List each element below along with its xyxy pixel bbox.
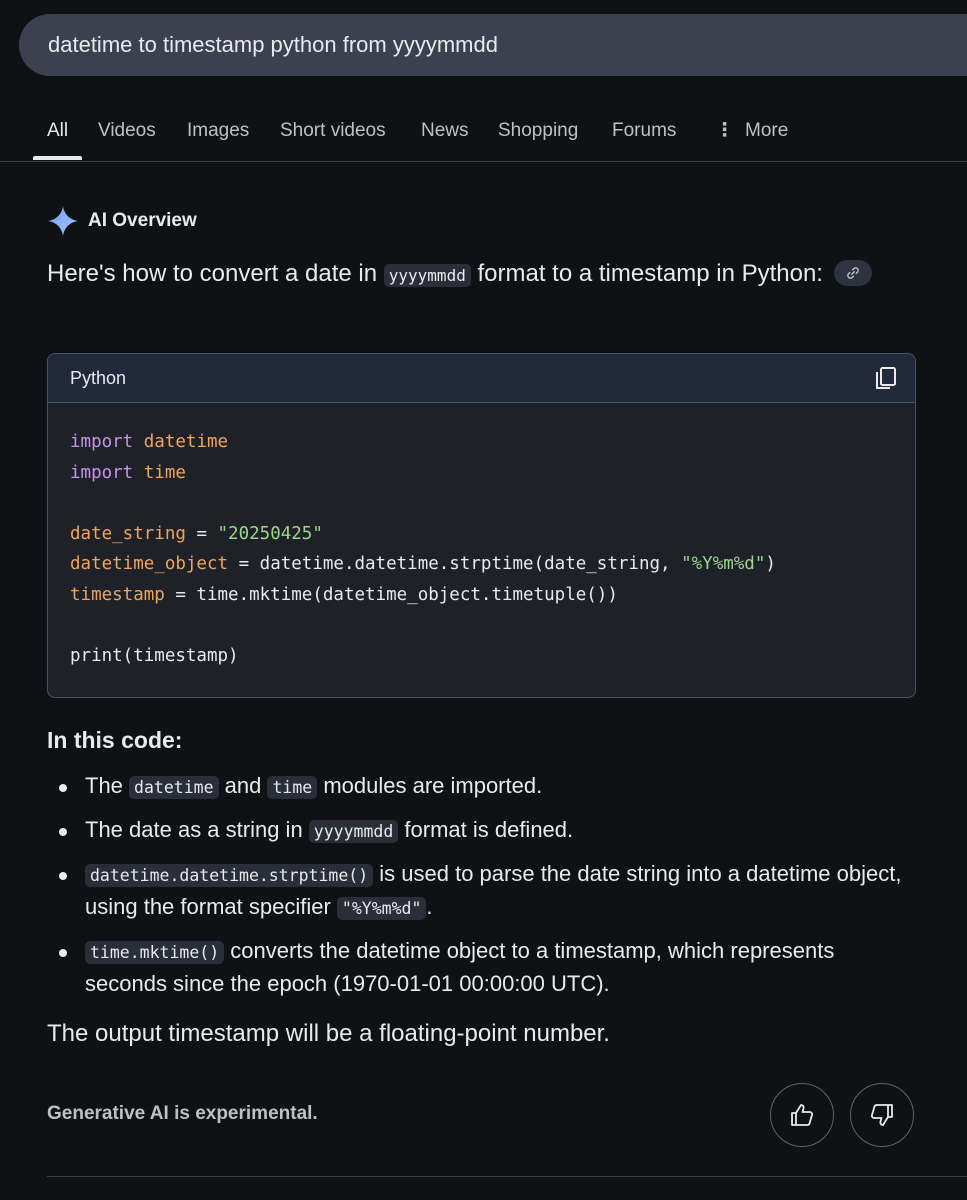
thumbs-down-icon xyxy=(870,1104,893,1126)
tab-short-videos[interactable]: Short videos xyxy=(280,108,386,158)
inline-code: datetime.datetime.strptime() xyxy=(85,864,374,887)
tab-more[interactable]: ⋮ More xyxy=(715,108,788,158)
code-line: import time xyxy=(70,458,893,489)
list-text: The xyxy=(85,773,130,798)
code-line: timestamp = time.mktime(datetime_object.… xyxy=(70,580,893,611)
tab-images[interactable]: Images xyxy=(187,108,249,158)
code-text: = time.mktime(datetime_object.timetuple(… xyxy=(164,584,618,605)
code-identifier: date_string xyxy=(70,523,186,544)
list-text: and xyxy=(218,773,268,798)
explanation-heading: In this code: xyxy=(47,727,183,753)
inline-code: time.mktime() xyxy=(85,941,225,964)
code-line: date_string = "20250425" xyxy=(70,519,893,550)
tab-videos[interactable]: Videos xyxy=(98,108,156,158)
code-content: import datetime import time date_string = … xyxy=(48,403,915,671)
output-summary: The output timestamp will be a floating-… xyxy=(47,1020,610,1047)
ai-disclaimer: Generative AI is experimental. xyxy=(47,1103,318,1124)
code-block: Python import datetime import time date_st… xyxy=(47,353,916,698)
more-vertical-icon: ⋮ xyxy=(715,120,734,141)
active-tab-indicator xyxy=(33,156,82,160)
list-text: . xyxy=(426,894,433,919)
source-link-chip[interactable] xyxy=(833,259,872,286)
explanation-list: The datetime and time modules are import… xyxy=(47,770,907,1010)
list-item: time.mktime() converts the datetime obje… xyxy=(47,935,907,999)
sparkle-icon xyxy=(48,206,78,236)
list-text: format is defined. xyxy=(398,817,574,842)
code-keyword: import xyxy=(70,432,134,452)
inline-code: time xyxy=(267,776,318,799)
ai-overview-title: AI Overview xyxy=(88,210,197,231)
copy-icon[interactable] xyxy=(873,365,899,391)
ai-overview-intro: Here's how to convert a date in yyyymmdd… xyxy=(47,257,907,292)
search-results-page: All Videos Images Short videos News Shop… xyxy=(0,0,967,1200)
list-text: modules are imported. xyxy=(317,773,543,798)
list-item: The datetime and time modules are import… xyxy=(47,770,907,803)
link-icon xyxy=(846,266,859,279)
thumbs-up-button[interactable] xyxy=(770,1083,834,1147)
list-item: datetime.datetime.strptime() is used to … xyxy=(47,858,907,924)
code-identifier: timestamp xyxy=(70,584,165,605)
ai-overview-header: AI Overview xyxy=(47,203,197,239)
code-line: import datetime xyxy=(70,427,893,458)
tab-news[interactable]: News xyxy=(421,108,469,158)
inline-code-format: yyyymmdd xyxy=(383,264,471,287)
code-line: datetime_object = datetime.datetime.strp… xyxy=(70,549,893,580)
code-string: "20250425" xyxy=(217,523,323,544)
list-item: The date as a string in yyyymmdd format … xyxy=(47,814,907,847)
code-identifier: time xyxy=(143,462,186,483)
search-bar[interactable] xyxy=(19,14,967,76)
code-text: = xyxy=(185,523,218,544)
code-text: = datetime.datetime.strptime(date_string… xyxy=(228,554,682,574)
list-text: The date as a string in xyxy=(85,817,309,842)
code-block-header: Python xyxy=(48,354,915,403)
intro-text-end: format to a timestamp in Python: xyxy=(470,260,823,287)
code-string: "%Y%m%d" xyxy=(681,554,766,574)
code-text: print(timestamp) xyxy=(70,645,239,666)
thumbs-up-icon xyxy=(791,1104,814,1126)
inline-code: "%Y%m%d" xyxy=(336,897,427,920)
search-tabs: All Videos Images Short videos News Shop… xyxy=(0,108,967,162)
intro-text-start: Here's how to convert a date in xyxy=(47,260,384,287)
tab-forums[interactable]: Forums xyxy=(612,108,676,158)
inline-code: datetime xyxy=(129,776,219,799)
code-language-label: Python xyxy=(70,368,127,388)
code-identifier: datetime_object xyxy=(70,554,229,574)
code-text: ) xyxy=(765,554,776,574)
tab-shopping[interactable]: Shopping xyxy=(498,108,578,158)
search-input[interactable] xyxy=(48,14,948,76)
divider xyxy=(47,1176,967,1177)
code-line: print(timestamp) xyxy=(70,641,893,672)
inline-code: yyyymmdd xyxy=(308,820,399,843)
tab-all[interactable]: All xyxy=(47,108,68,158)
thumbs-down-button[interactable] xyxy=(850,1083,914,1147)
tab-more-label: More xyxy=(745,120,789,141)
code-identifier: datetime xyxy=(143,432,229,452)
code-keyword: import xyxy=(70,462,134,483)
